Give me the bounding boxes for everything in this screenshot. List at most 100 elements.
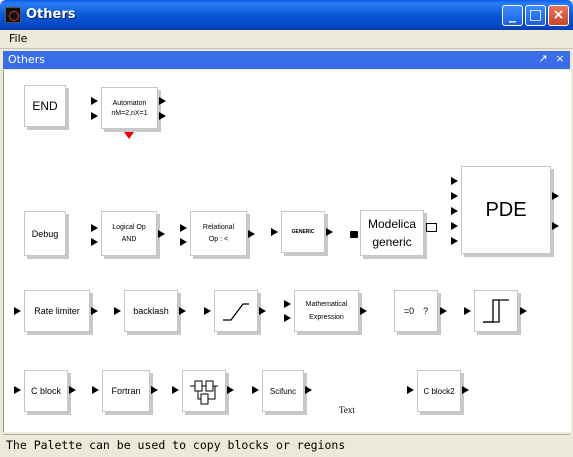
block-label: Automaton <box>112 99 147 107</box>
block-logical-op[interactable]: Logical Op AND <box>101 211 157 256</box>
block-label: Logical Op <box>112 224 146 231</box>
close-icon: × <box>552 7 565 23</box>
block-label: Mathematical <box>305 301 348 308</box>
block-label: generic <box>372 235 412 249</box>
block-math-expression[interactable]: Mathematical Expression <box>294 290 359 332</box>
undock-icon[interactable]: ↗ <box>536 52 550 66</box>
output-port <box>360 307 367 315</box>
block-rate-limiter[interactable]: Rate limiter <box>24 290 90 332</box>
block-label: Rate limiter <box>34 306 80 316</box>
block-label: Scifunc <box>269 386 297 396</box>
block-label: AND <box>121 236 137 243</box>
palette-canvas[interactable]: END Automaton nM=2,nX=1 Debug Logical Op… <box>3 70 571 432</box>
block-ramp[interactable] <box>214 290 258 332</box>
block-c-block2[interactable]: C block2 <box>417 370 461 412</box>
input-port <box>91 112 98 120</box>
block-super[interactable] <box>182 370 226 412</box>
block-constraint[interactable]: =0 ? <box>394 290 438 332</box>
block-label: Debug <box>31 228 59 239</box>
block-label: C block <box>30 386 61 396</box>
block-c-block[interactable]: C block <box>24 370 68 412</box>
output-port <box>552 192 559 200</box>
minimize-icon: _ <box>509 7 516 23</box>
close-button[interactable]: × <box>548 5 569 26</box>
input-port <box>284 300 291 308</box>
super-block-icon <box>190 380 218 405</box>
input-port <box>407 386 414 394</box>
block-relational-op[interactable]: Relational Op : < <box>190 211 247 256</box>
output-port <box>159 112 166 120</box>
input-port <box>451 207 458 215</box>
block-text[interactable]: Text <box>339 405 355 415</box>
input-port <box>451 177 458 185</box>
block-end[interactable]: END <box>24 85 66 127</box>
output-port <box>227 386 234 394</box>
block-label: nM=2,nX=1 <box>111 109 148 117</box>
output-port <box>520 307 527 315</box>
block-modelica-generic[interactable]: Modelica generic <box>360 210 424 256</box>
hysteresis-icon <box>483 299 509 323</box>
input-port <box>451 222 458 230</box>
block-label: Relational <box>202 224 235 231</box>
event-output-port <box>124 132 134 139</box>
input-port <box>252 386 259 394</box>
input-port <box>92 386 99 394</box>
input-port <box>14 307 21 315</box>
input-port <box>14 386 21 394</box>
block-label: END <box>32 99 58 113</box>
maximize-icon: □ <box>528 7 543 23</box>
output-port <box>179 307 186 315</box>
output-port <box>305 386 312 394</box>
block-label: C block2 <box>423 386 455 396</box>
block-automaton[interactable]: Automaton nM=2,nX=1 <box>101 87 158 129</box>
output-port <box>151 386 158 394</box>
output-port <box>91 307 98 315</box>
block-pde[interactable]: PDE <box>461 166 551 254</box>
input-port <box>451 237 458 245</box>
output-port <box>462 386 469 394</box>
input-port <box>114 307 121 315</box>
output-port <box>326 228 333 236</box>
window-title: Others <box>26 7 76 22</box>
output-port <box>159 97 166 105</box>
block-label: backlash <box>133 306 169 316</box>
menu-bar: File <box>0 30 573 49</box>
block-generic[interactable]: GENERIC <box>281 211 325 253</box>
block-backlash[interactable]: backlash <box>124 290 178 332</box>
block-label: Modelica <box>367 217 417 231</box>
block-fortran[interactable]: Fortran <box>102 370 150 412</box>
output-port <box>552 222 559 230</box>
implicit-output-port <box>426 223 437 232</box>
ramp-icon <box>223 303 249 321</box>
palette-close-icon[interactable]: × <box>553 52 567 66</box>
input-port <box>204 307 211 315</box>
maximize-button[interactable]: □ <box>525 5 546 26</box>
block-label: Expression <box>309 314 344 321</box>
input-port <box>180 224 187 232</box>
status-text: The Palette can be used to copy blocks o… <box>6 438 346 452</box>
menu-file[interactable]: File <box>9 32 27 45</box>
block-scifunc[interactable]: Scifunc <box>262 370 304 412</box>
block-label: Op : < <box>208 236 229 243</box>
block-label: PDE <box>485 198 527 221</box>
title-bar: Others _ □ × <box>0 0 573 30</box>
output-port <box>158 230 165 238</box>
block-label: Fortran <box>111 386 141 396</box>
input-port <box>284 314 291 322</box>
block-hysteresis[interactable] <box>474 290 518 332</box>
implicit-input-port <box>350 231 358 238</box>
palette-title: Others <box>8 53 45 66</box>
window-app-icon <box>5 7 21 23</box>
input-port <box>172 386 179 394</box>
block-label: ? <box>423 306 429 316</box>
input-port <box>91 97 98 105</box>
output-port <box>69 386 76 394</box>
block-debug[interactable]: Debug <box>24 211 66 256</box>
input-port <box>91 238 98 246</box>
output-port <box>248 230 255 238</box>
input-port <box>451 192 458 200</box>
status-bar: The Palette can be used to copy blocks o… <box>3 434 570 455</box>
block-label: GENERIC <box>291 229 315 235</box>
minimize-button[interactable]: _ <box>502 5 523 26</box>
input-port <box>271 228 278 236</box>
